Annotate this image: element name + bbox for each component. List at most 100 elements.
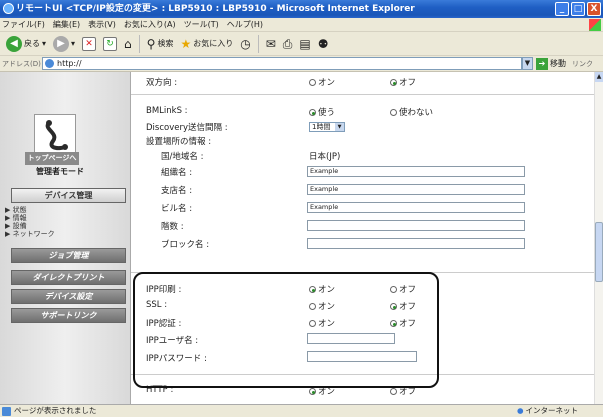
chevron-down-icon: ▾ (71, 39, 76, 48)
bmlinks-use-option[interactable]: 使う (309, 106, 335, 118)
back-icon: ◀ (6, 35, 22, 52)
subnav-equipment[interactable]: ▶ 設備 (5, 222, 55, 230)
forward-icon: ▶ (53, 35, 70, 52)
go-label: 移動 (550, 59, 566, 68)
mail-icon: ✉ (265, 36, 276, 51)
history-button[interactable]: ◷ (238, 34, 252, 54)
bidirectional-label: 双方向 : (146, 78, 178, 88)
discovery-label: Discovery送信間隔 : (146, 123, 228, 133)
radio-icon (309, 109, 316, 116)
history-icon: ◷ (240, 36, 251, 51)
scroll-up-icon[interactable]: ▲ (595, 72, 603, 82)
subnav-info[interactable]: ▶ 情報 (5, 214, 55, 222)
toolbar: ◀ 戻る ▾ ▶ ▾ ✕ ↻ ⌂ ⚲ 検索 ★ お気に入り ◷ ✉ ⎙ ▤ ⚉ (0, 32, 603, 56)
page-icon (2, 407, 11, 416)
go-button[interactable]: ➔ 移動 (536, 57, 566, 70)
bidirectional-on-option[interactable]: オン (309, 76, 335, 88)
floor-label: 階数 : (161, 222, 184, 232)
block-input[interactable] (307, 238, 525, 249)
country-value: 日本(JP) (309, 152, 341, 162)
support-link-button[interactable]: サポートリンク (11, 308, 126, 323)
location-info-label: 設置場所の情報 : (146, 137, 212, 147)
building-input[interactable]: Example (307, 202, 525, 213)
branch-input[interactable]: Example (307, 184, 525, 195)
branch-label: 支店名 : (161, 186, 193, 196)
bmlinks-nouse-option[interactable]: 使わない (390, 106, 433, 118)
radio-icon (309, 79, 316, 86)
address-dropdown-button[interactable]: ▼ (522, 57, 533, 70)
status-text: ページが表示されました (14, 406, 97, 415)
stop-button[interactable]: ✕ (80, 34, 98, 54)
address-input[interactable]: http:// (42, 57, 522, 70)
country-label: 国/地域名 : (161, 152, 204, 162)
vertical-scrollbar[interactable]: ▲ (594, 72, 603, 404)
toolbar-separator (257, 34, 259, 53)
address-bar: アドレス(D) http:// ▼ ➔ 移動 リンク (0, 56, 603, 72)
menu-edit[interactable]: 編集(E) (53, 19, 80, 30)
job-manage-button[interactable]: ジョブ管理 (11, 248, 126, 263)
favorites-button[interactable]: ★ お気に入り (178, 34, 235, 54)
maximize-button[interactable]: □ (571, 2, 585, 16)
window-title: リモートUI <TCP/IP設定の変更> : LBP5910 : LBP5910… (16, 4, 415, 14)
home-icon: ⌂ (124, 36, 132, 51)
minimize-button[interactable]: _ (555, 2, 569, 16)
discovery-interval-value: 1時間 (312, 123, 331, 131)
mail-button[interactable]: ✉ (264, 34, 278, 54)
left-navigation: トップページへ 管理者モード デバイス管理 ▶ 状態 ▶ 情報 ▶ 設備 ▶ ネ… (0, 72, 131, 404)
menu-bar: ファイル(F) 編集(E) 表示(V) お気に入り(A) ツール(T) ヘルプ(… (0, 18, 603, 32)
back-button[interactable]: ◀ 戻る ▾ (4, 34, 48, 54)
forward-button[interactable]: ▶ ▾ (51, 34, 77, 54)
block-label: ブロック名 : (161, 240, 210, 250)
cable-logo-icon (45, 120, 68, 151)
ie-icon (3, 3, 14, 14)
stop-icon: ✕ (82, 36, 97, 51)
subnav-status[interactable]: ▶ 状態 (5, 206, 55, 214)
search-label: 検索 (157, 39, 174, 48)
menu-help[interactable]: ヘルプ(H) (227, 19, 263, 30)
organization-input[interactable]: Example (307, 166, 525, 177)
favorites-label: お気に入り (193, 39, 234, 48)
links-label[interactable]: リンク (572, 59, 593, 69)
floor-input[interactable] (307, 220, 525, 231)
menu-favorites[interactable]: お気に入り(A) (124, 19, 176, 30)
internet-zone: インターネット (517, 405, 579, 417)
edit-icon: ▤ (299, 36, 311, 51)
print-button[interactable]: ⎙ (281, 34, 295, 54)
refresh-button[interactable]: ↻ (101, 34, 119, 54)
divider (131, 94, 594, 95)
ipp-settings-highlight-frame (133, 272, 439, 388)
home-button[interactable]: ⌂ (122, 34, 134, 54)
edit-button[interactable]: ▤ (297, 34, 312, 54)
bmlinks-label: BMLinkS : (146, 106, 188, 116)
menu-file[interactable]: ファイル(F) (2, 19, 45, 30)
subnav-network[interactable]: ▶ ネットワーク (5, 230, 55, 238)
radio-icon (390, 388, 397, 395)
toolbar-separator (138, 34, 140, 53)
page-content: トップページへ 管理者モード デバイス管理 ▶ 状態 ▶ 情報 ▶ 設備 ▶ ネ… (0, 72, 594, 404)
remote-ui-logo (34, 114, 76, 156)
building-label: ビル名 : (161, 204, 193, 214)
device-settings-button[interactable]: デバイス設定 (11, 289, 126, 304)
admin-mode-label: 管理者モード (36, 167, 84, 176)
scroll-thumb[interactable] (595, 222, 603, 282)
discovery-interval-select[interactable]: 1時間 ▼ (309, 122, 345, 132)
window-title-bar[interactable]: リモートUI <TCP/IP設定の変更> : LBP5910 : LBP5910… (0, 0, 603, 18)
menu-tools[interactable]: ツール(T) (184, 19, 219, 30)
device-subnav: ▶ 状態 ▶ 情報 ▶ 設備 ▶ ネットワーク (5, 206, 55, 238)
bidirectional-off-option[interactable]: オフ (390, 76, 416, 88)
top-page-link[interactable]: トップページへ (25, 152, 79, 165)
messenger-icon: ⚉ (317, 36, 329, 51)
search-button[interactable]: ⚲ 検索 (145, 34, 176, 54)
close-button[interactable]: X (587, 2, 601, 16)
search-icon: ⚲ (146, 36, 156, 51)
direct-print-button[interactable]: ダイレクトプリント (11, 270, 126, 285)
refresh-icon: ↻ (103, 36, 118, 51)
menu-view[interactable]: 表示(V) (88, 19, 116, 30)
windows-logo-icon (589, 19, 601, 31)
device-manage-button[interactable]: デバイス管理 (11, 188, 126, 203)
favorites-icon: ★ (180, 36, 192, 51)
organization-label: 組織名 : (161, 168, 193, 178)
print-icon: ⎙ (282, 36, 293, 51)
status-bar: ページが表示されました インターネット (0, 404, 603, 417)
messenger-button[interactable]: ⚉ (316, 34, 331, 54)
